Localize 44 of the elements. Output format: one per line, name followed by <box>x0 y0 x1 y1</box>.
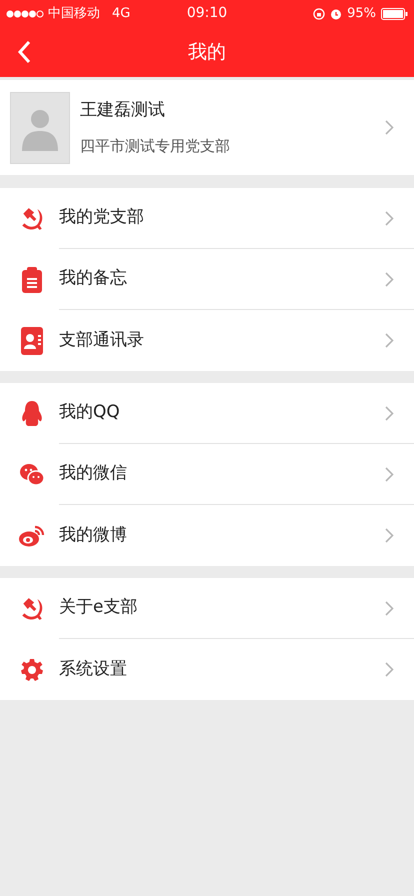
chevron-right-icon <box>385 210 394 226</box>
contact-card-icon <box>21 326 43 354</box>
chevron-right-icon <box>385 406 394 420</box>
signal-icon <box>6 10 44 18</box>
menu-label: 我的QQ <box>59 401 121 424</box>
chevron-right-icon <box>385 466 394 482</box>
menu-label: 关于e支部 <box>59 596 138 620</box>
status-time: 09:10 <box>186 4 228 23</box>
menu-label: 支部通讯录 <box>59 328 145 352</box>
settings-icon <box>20 658 44 682</box>
menu-item[interactable]: 我的备忘 <box>0 249 414 310</box>
chevron-right-icon <box>385 528 394 543</box>
branch-name: 四平市测试专用党支部 <box>80 136 231 157</box>
menu-label: 我的微信 <box>59 462 128 486</box>
menu-item[interactable]: 我的微信 <box>0 444 414 505</box>
penguin-icon <box>20 400 44 428</box>
page-title: 我的 <box>188 40 226 65</box>
chevron-right-icon <box>385 662 394 677</box>
carrier-name: 中国移动 <box>48 4 100 23</box>
battery-icon <box>381 8 408 20</box>
menu-item[interactable]: 我的微博 <box>0 505 414 566</box>
menu-item[interactable]: 我的党支部 <box>0 188 414 249</box>
menu-label: 系统设置 <box>59 658 128 681</box>
alarm-icon <box>330 8 342 20</box>
menu-label: 我的党支部 <box>59 206 145 230</box>
menu-item[interactable]: 系统设置 <box>0 639 414 700</box>
back-icon <box>17 40 31 64</box>
menu-item[interactable]: 我的QQ <box>0 383 414 444</box>
menu-item[interactable]: 支部通讯录 <box>0 310 414 371</box>
chevron-right-icon <box>385 600 394 616</box>
menu-item[interactable]: 关于e支部 <box>0 578 414 639</box>
menu-label: 我的微博 <box>59 524 128 547</box>
network-type: 4G <box>112 4 130 23</box>
eye-waves-icon <box>18 524 46 548</box>
chat-bubbles-icon <box>19 462 45 486</box>
menu-label: 我的备忘 <box>59 267 128 290</box>
user-name: 王建磊测试 <box>80 98 166 122</box>
profile-row[interactable]: 王建磊测试 四平市测试专用党支部 <box>0 80 414 175</box>
rotation-lock-icon <box>313 8 326 20</box>
chevron-right-icon <box>385 333 394 348</box>
chevron-right-icon <box>385 120 394 135</box>
battery-percent: 95% <box>347 4 376 23</box>
clipboard-icon <box>21 266 43 292</box>
chevron-right-icon <box>385 272 394 286</box>
